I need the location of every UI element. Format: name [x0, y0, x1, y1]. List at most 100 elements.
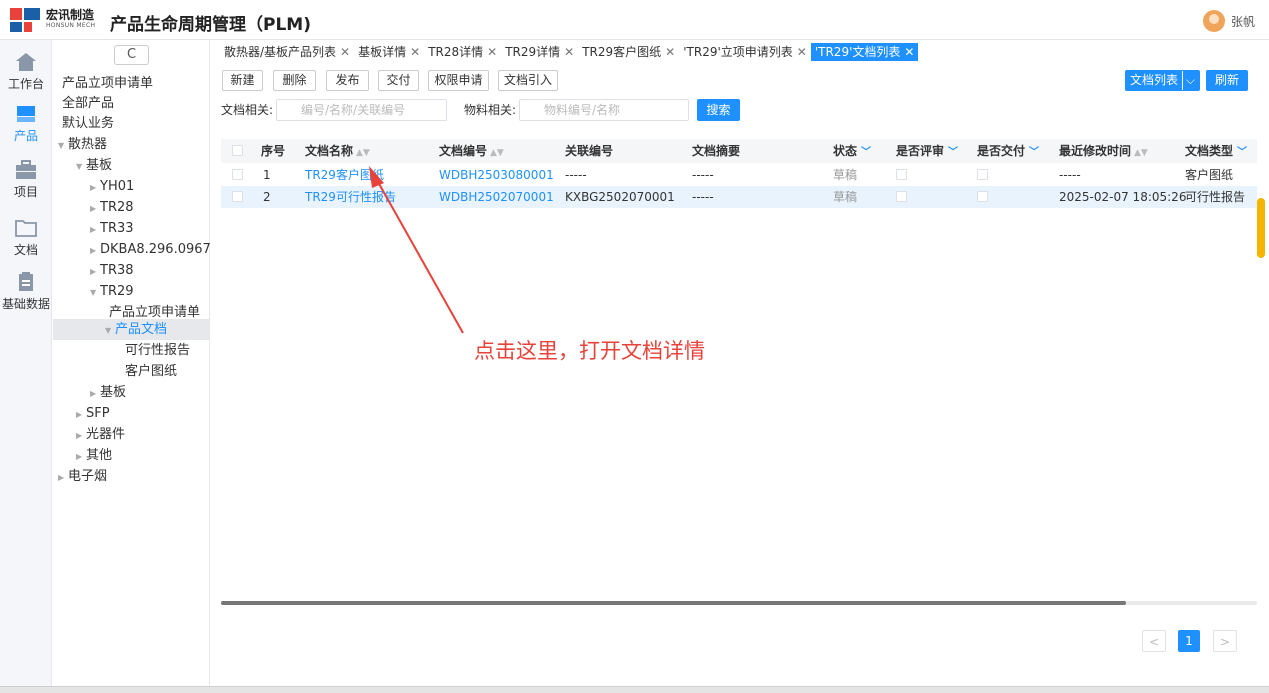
close-icon[interactable]: ✕	[487, 45, 497, 59]
tab-tr28-detail[interactable]: TR28详情 ✕	[424, 43, 501, 61]
tree-label: 基板	[100, 385, 127, 400]
tree-node[interactable]: 客户图纸	[125, 361, 177, 382]
tree-node[interactable]: 全部产品	[62, 93, 114, 114]
close-icon[interactable]: ✕	[904, 45, 914, 59]
tab-label: TR29客户图纸	[582, 45, 662, 59]
close-icon[interactable]: ✕	[797, 45, 807, 59]
tree-node[interactable]: 产品立项申请单	[62, 73, 153, 94]
col-header-reviewed[interactable]: 是否评审 ﹀	[896, 139, 958, 165]
avatar[interactable]	[1202, 10, 1225, 32]
col-header-type[interactable]: 文档类型 ﹀	[1185, 139, 1247, 165]
sort-icon[interactable]: ▲▼	[356, 148, 370, 158]
horizontal-scrollbar[interactable]	[221, 601, 1257, 605]
tree-node[interactable]: ▶ 电子烟	[58, 466, 107, 487]
tree-node-radiator[interactable]: ▼ 散热器	[58, 134, 107, 155]
tree-node[interactable]: ▶ 基板	[90, 382, 126, 403]
cell-no: 1	[263, 168, 271, 182]
user-name[interactable]: 张帆	[1231, 13, 1255, 30]
tree-node[interactable]: ▶ SFP	[76, 403, 110, 424]
table-row[interactable]: 2 TR29可行性报告 WDBH2502070001 KXBG250207000…	[221, 186, 1257, 208]
col-header-code[interactable]: 文档编号 ▲▼	[439, 139, 504, 165]
tree-node[interactable]: ▶ DKBA8.296.0967	[90, 239, 211, 260]
tree-node[interactable]: ▶ TR28	[90, 197, 134, 218]
rail-item-document[interactable]: 文档	[0, 218, 52, 258]
tab-label: 基板详情	[358, 45, 407, 59]
delete-button[interactable]: 删除	[273, 70, 316, 91]
new-button[interactable]: 新建	[222, 70, 263, 91]
tree-node-product-docs[interactable]: ▼ 产品文档	[53, 319, 210, 340]
prev-page-button[interactable]: <	[1142, 630, 1166, 652]
tab-tr29-doc-list[interactable]: 'TR29'文档列表 ✕	[810, 43, 919, 61]
tree-node[interactable]: ▶ 光器件	[76, 424, 125, 445]
rail-item-basic-data[interactable]: 基础数据	[0, 272, 52, 312]
col-header-delivered[interactable]: 是否交付 ﹀	[977, 139, 1039, 165]
tab-substrate-detail[interactable]: 基板详情 ✕	[354, 43, 424, 61]
row-checkbox[interactable]	[232, 169, 243, 180]
doc-name-link[interactable]: TR29可行性报告	[305, 186, 396, 208]
tree-node-substrate[interactable]: ▼ 基板	[76, 155, 112, 176]
tree-refresh-button[interactable]: C	[114, 45, 149, 65]
filter-chevron-icon[interactable]: ﹀	[861, 147, 871, 158]
tree-node[interactable]: ▶ TR33	[90, 218, 134, 239]
caret-right-icon: ▶	[90, 389, 97, 398]
rail-item-product[interactable]: 产品	[0, 104, 52, 144]
filter-chevron-icon[interactable]: ﹀	[1237, 147, 1247, 158]
deliver-button[interactable]: 交付	[378, 70, 419, 91]
view-select-label: 文档列表	[1130, 73, 1179, 87]
row-checkbox[interactable]	[232, 191, 243, 202]
doc-code-link[interactable]: WDBH2502070001	[439, 186, 554, 208]
sort-icon[interactable]: ▲▼	[490, 148, 504, 158]
scrollbar-thumb[interactable]	[221, 601, 1126, 605]
refresh-button[interactable]: 刷新	[1206, 70, 1248, 91]
tree-label: 产品文档	[115, 322, 168, 337]
page-tabs: 散热器/基板产品列表 ✕ 基板详情 ✕ TR28详情 ✕ TR29详情 ✕ TR29客户…	[220, 43, 919, 61]
tree-node[interactable]: ▶ TR38	[90, 260, 134, 281]
user-menu[interactable]: 张帆	[1202, 10, 1255, 32]
page-1-button[interactable]: 1	[1178, 630, 1200, 652]
tree-node-tr29[interactable]: ▼ TR29	[90, 281, 134, 302]
sort-icon[interactable]: ▲▼	[1134, 148, 1148, 158]
tab-tr29-detail[interactable]: TR29详情 ✕	[501, 43, 578, 61]
col-header-name[interactable]: 文档名称 ▲▼	[305, 139, 370, 165]
tree-node[interactable]: ▶ 其他	[76, 445, 112, 466]
tree-node[interactable]: 默认业务	[62, 113, 114, 134]
next-page-button[interactable]: >	[1213, 630, 1237, 652]
cell-status: 草稿	[833, 168, 858, 182]
import-document-button[interactable]: 文档引入	[498, 70, 558, 91]
vertical-scrollbar[interactable]	[1257, 198, 1265, 258]
table-row[interactable]: 1 TR29客户图纸 WDBH2503080001 ----- ----- 草稿…	[221, 164, 1257, 186]
publish-button[interactable]: 发布	[326, 70, 369, 91]
view-select-dropdown[interactable]: 文档列表 ⌵	[1125, 70, 1200, 91]
caret-right-icon: ▶	[58, 473, 65, 482]
tab-radiator-list[interactable]: 散热器/基板产品列表 ✕	[220, 43, 354, 61]
rail-item-workbench[interactable]: 工作台	[0, 52, 52, 92]
tree-node[interactable]: 可行性报告	[125, 340, 190, 361]
close-icon[interactable]: ✕	[665, 45, 675, 59]
home-icon	[16, 53, 36, 71]
filter-chevron-icon[interactable]: ﹀	[1029, 147, 1039, 158]
tab-label: 'TR29'文档列表	[814, 45, 901, 59]
clipboard-icon	[19, 272, 33, 291]
tab-tr29-drawing[interactable]: TR29客户图纸 ✕	[578, 43, 679, 61]
close-icon[interactable]: ✕	[410, 45, 420, 59]
search-button[interactable]: 搜索	[697, 99, 740, 121]
material-search-input[interactable]: 物料编号/名称	[519, 99, 689, 121]
rail-item-project[interactable]: 项目	[0, 160, 52, 200]
tab-tr29-application-list[interactable]: 'TR29'立项申请列表 ✕	[679, 43, 811, 61]
cell-type: 可行性报告	[1185, 190, 1246, 204]
permission-request-button[interactable]: 权限申请	[428, 70, 489, 91]
tree-node[interactable]: ▶ YH01	[90, 176, 134, 197]
doc-name-link[interactable]: TR29客户图纸	[305, 164, 384, 186]
rail-label: 产品	[13, 129, 38, 143]
caret-right-icon: ▶	[90, 225, 97, 234]
close-icon[interactable]: ✕	[564, 45, 574, 59]
select-all-checkbox[interactable]	[232, 145, 243, 156]
col-header-mtime[interactable]: 最近修改时间 ▲▼	[1059, 139, 1148, 165]
doc-filter-label: 文档相关:	[221, 103, 274, 117]
filter-chevron-icon[interactable]: ﹀	[948, 147, 958, 158]
col-header-label: 状态	[833, 144, 858, 158]
col-header-status[interactable]: 状态 ﹀	[833, 139, 871, 165]
doc-code-link[interactable]: WDBH2503080001	[439, 164, 554, 186]
close-icon[interactable]: ✕	[340, 45, 350, 59]
doc-search-input[interactable]: 编号/名称/关联编号	[276, 99, 447, 121]
